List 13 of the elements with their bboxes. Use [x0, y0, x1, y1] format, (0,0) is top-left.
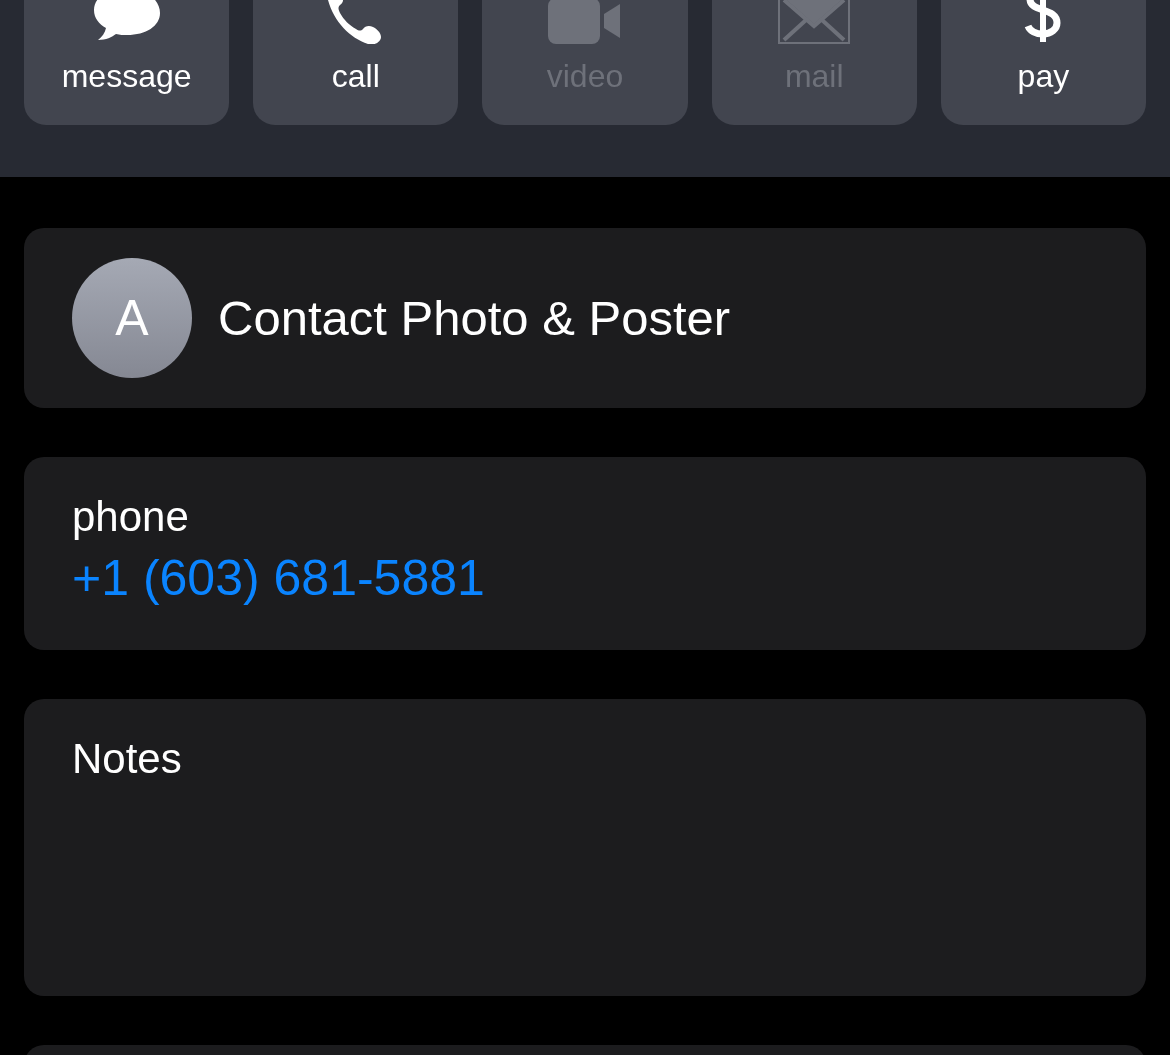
contact-photo-row[interactable]: A Contact Photo & Poster — [24, 228, 1146, 408]
phone-number-link[interactable]: +1 (603) 681-5881 — [72, 549, 485, 607]
avatar: A — [72, 258, 192, 378]
phone-label: phone — [72, 493, 189, 541]
notes-label: Notes — [72, 735, 182, 782]
message-button[interactable]: message — [24, 0, 230, 125]
video-camera-icon — [548, 0, 622, 44]
phone-icon — [327, 0, 384, 44]
call-button[interactable]: call — [253, 0, 459, 125]
notes-field[interactable]: Notes — [24, 699, 1146, 996]
contact-photo-label: Contact Photo & Poster — [218, 290, 731, 346]
envelope-icon — [778, 0, 851, 44]
pay-button[interactable]: pay — [940, 0, 1146, 125]
